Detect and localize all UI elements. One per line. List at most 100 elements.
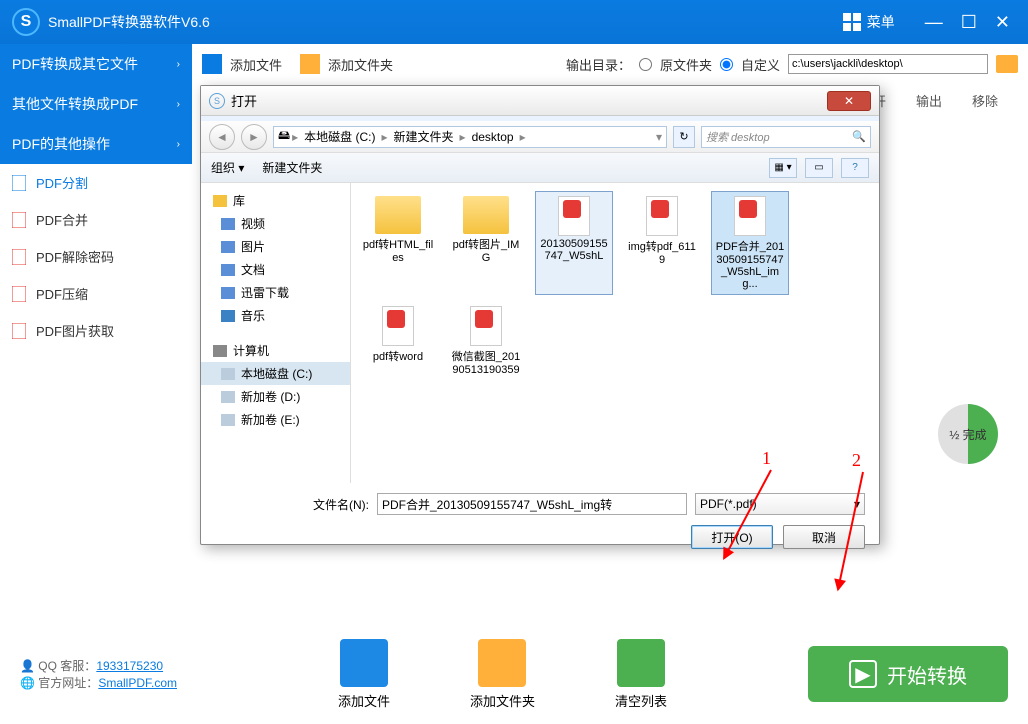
pdf-icon (12, 323, 26, 339)
dialog-cancel-button[interactable]: 取消 (783, 525, 865, 549)
file-item[interactable]: pdf转word (359, 301, 437, 381)
file-name: 20130509155747_W5shL (538, 238, 610, 262)
window-controls: — ☐ ✕ (907, 12, 1028, 33)
tree-drive-e[interactable]: 新加卷 (E:) (201, 408, 350, 431)
footer-add-folder[interactable]: 添加文件夹 (470, 639, 535, 710)
sidebar-category-1[interactable]: PDF转换成其它文件› (0, 44, 192, 84)
search-icon: 🔍 (852, 130, 866, 143)
tree-documents[interactable]: 文档 (201, 258, 350, 281)
pdf-icon (12, 175, 26, 191)
dialog-body: 库 视频 图片 文档 迅雷下载 音乐 计算机 本地磁盘 (C:) 新加卷 (D:… (201, 183, 879, 483)
sidebar-item-unlock[interactable]: PDF解除密码 (0, 238, 192, 275)
tree-pictures[interactable]: 图片 (201, 235, 350, 258)
drive-icon (221, 368, 235, 380)
add-file-button[interactable]: 添加文件 (230, 55, 282, 74)
app-title: SmallPDF转换器软件V6.6 (48, 12, 831, 32)
computer-icon (213, 345, 227, 357)
file-name: pdf转图片_IMG (450, 236, 522, 264)
close-button[interactable]: ✕ (995, 12, 1010, 33)
filetype-select[interactable]: PDF(*.pdf)▾ (695, 493, 865, 515)
chevron-right-icon: › (177, 139, 180, 150)
help-button[interactable]: ? (841, 158, 869, 178)
dialog-titlebar: S 打开 ✕ (201, 86, 879, 116)
file-item[interactable]: 微信截图_20190513190359 (447, 301, 525, 381)
globe-icon: 🌐 (20, 676, 35, 690)
breadcrumb[interactable]: 🖴 ▸ 本地磁盘 (C:)▸ 新建文件夹▸ desktop▸ ▾ (273, 126, 667, 148)
preview-pane-button[interactable]: ▭ (805, 158, 833, 178)
output-dir-group: 输出目录： 原文件夹 自定义 (566, 54, 1018, 74)
file-item[interactable]: pdf转HTML_files (359, 191, 437, 295)
pdf-icon (12, 286, 26, 302)
play-icon: ▶ (849, 660, 877, 688)
file-item[interactable]: img转pdf_6119 (623, 191, 701, 295)
nav-tree: 库 视频 图片 文档 迅雷下载 音乐 计算机 本地磁盘 (C:) 新加卷 (D:… (201, 183, 351, 483)
tree-drive-d[interactable]: 新加卷 (D:) (201, 385, 350, 408)
sidebar-item-compress[interactable]: PDF压缩 (0, 275, 192, 312)
view-mode-button[interactable]: ▦ ▾ (769, 158, 797, 178)
sidebar-item-split[interactable]: PDF分割 (0, 164, 192, 201)
nav-back-button[interactable]: ◄ (209, 124, 235, 150)
tree-video[interactable]: 视频 (201, 212, 350, 235)
title-bar: S SmallPDF转换器软件V6.6 菜单 — ☐ ✕ (0, 0, 1028, 44)
tree-library[interactable]: 库 (201, 189, 350, 212)
dialog-nav-bar: ◄ ► 🖴 ▸ 本地磁盘 (C:)▸ 新建文件夹▸ desktop▸ ▾ ↻ 搜… (201, 121, 879, 153)
search-input[interactable]: 搜索 desktop 🔍 (701, 126, 871, 148)
output-original-radio[interactable] (639, 58, 652, 71)
site-link[interactable]: SmallPDF.com (98, 676, 177, 690)
tree-drive-c[interactable]: 本地磁盘 (C:) (201, 362, 350, 385)
browse-folder-icon[interactable] (996, 55, 1018, 73)
output-label: 输出目录： (566, 55, 631, 74)
file-name: pdf转HTML_files (362, 236, 434, 264)
file-item[interactable]: 20130509155747_W5shL (535, 191, 613, 295)
qq-icon: 👤 (20, 659, 35, 673)
search-placeholder: 搜索 desktop (706, 129, 770, 145)
pdf-file-icon (382, 306, 414, 346)
add-file-icon (202, 54, 222, 74)
minimize-button[interactable]: — (925, 12, 943, 33)
main-toolbar: 添加文件 添加文件夹 输出目录： 原文件夹 自定义 (192, 44, 1028, 84)
music-icon (221, 310, 235, 322)
add-file-icon (340, 639, 388, 687)
output-path-input[interactable] (788, 54, 988, 74)
tree-thunder[interactable]: 迅雷下载 (201, 281, 350, 304)
filename-input[interactable] (377, 493, 687, 515)
footer: 👤 QQ 客服：1933175230 🌐 官方网址：SmallPDF.com 添… (0, 624, 1028, 724)
footer-actions: 添加文件 添加文件夹 清空列表 (197, 639, 808, 710)
contact-info: 👤 QQ 客服：1933175230 🌐 官方网址：SmallPDF.com (0, 657, 197, 691)
start-convert-button[interactable]: ▶ 开始转换 (808, 646, 1008, 702)
refresh-button[interactable]: ↻ (673, 126, 695, 148)
nav-forward-button[interactable]: ► (241, 124, 267, 150)
dialog-toolbar: 组织 ▾ 新建文件夹 ▦ ▾ ▭ ? (201, 153, 879, 183)
drive-icon (221, 414, 235, 426)
main-menu-button[interactable]: 菜单 (831, 12, 907, 32)
add-folder-icon (478, 639, 526, 687)
new-folder-button[interactable]: 新建文件夹 (262, 159, 322, 176)
file-list: pdf转HTML_files pdf转图片_IMG 20130509155747_W… (351, 183, 879, 483)
sidebar-category-3[interactable]: PDF的其他操作› (0, 124, 192, 164)
add-folder-button[interactable]: 添加文件夹 (328, 55, 393, 74)
sidebar-item-merge[interactable]: PDF合并 (0, 201, 192, 238)
organize-menu[interactable]: 组织 ▾ (211, 159, 244, 176)
library-icon (213, 195, 227, 207)
tree-music[interactable]: 音乐 (201, 304, 350, 327)
annotation-1: 1 (762, 448, 771, 469)
dialog-close-button[interactable]: ✕ (827, 91, 871, 111)
footer-add-file[interactable]: 添加文件 (338, 639, 390, 710)
file-item[interactable]: pdf转图片_IMG (447, 191, 525, 295)
output-custom-radio[interactable] (720, 58, 733, 71)
tree-computer[interactable]: 计算机 (201, 339, 350, 362)
video-icon (221, 218, 235, 230)
qq-link[interactable]: 1933175230 (96, 659, 163, 673)
file-item[interactable]: PDF合并_20130509155747_W5shL_img... (711, 191, 789, 295)
footer-clear-list[interactable]: 清空列表 (615, 639, 667, 710)
output-action[interactable]: 输出 (916, 91, 942, 110)
documents-icon (221, 264, 235, 276)
grid-icon (843, 13, 861, 31)
file-name: pdf转word (373, 348, 423, 364)
remove-action[interactable]: 移除 (972, 91, 998, 110)
sidebar-item-extract-image[interactable]: PDF图片获取 (0, 312, 192, 349)
open-file-dialog: S 打开 ✕ ◄ ► 🖴 ▸ 本地磁盘 (C:)▸ 新建文件夹▸ desktop… (200, 85, 880, 545)
sidebar-category-2[interactable]: 其他文件转换成PDF› (0, 84, 192, 124)
maximize-button[interactable]: ☐ (961, 12, 977, 33)
annotation-2: 2 (852, 450, 861, 471)
